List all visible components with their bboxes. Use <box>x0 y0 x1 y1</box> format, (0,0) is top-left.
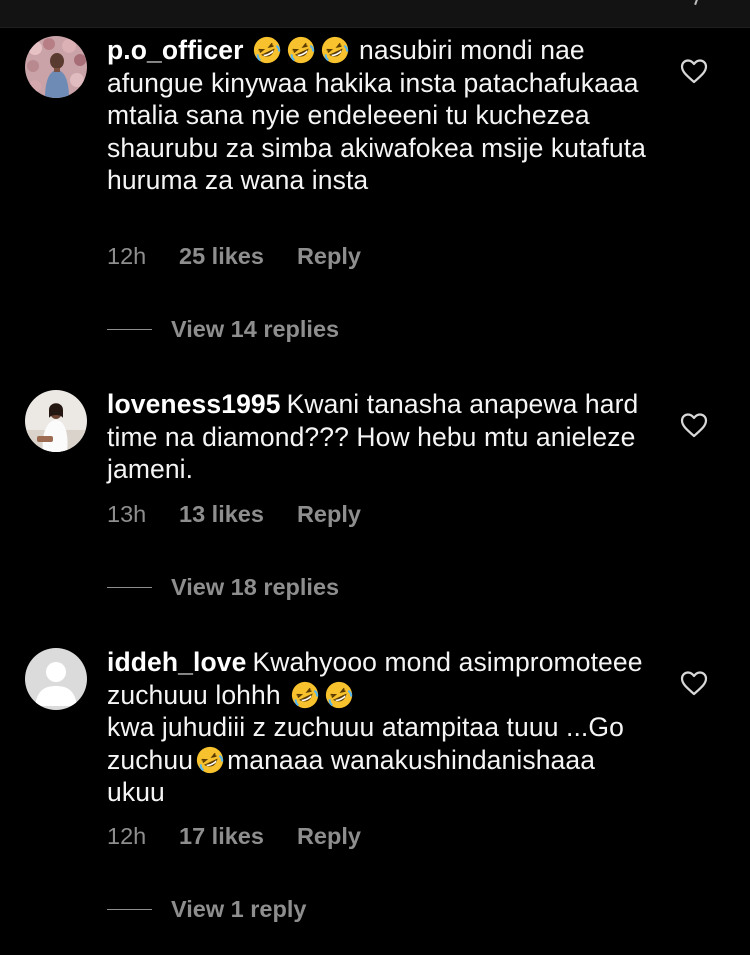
comment-text: p.o_officer nasubiri mondi nae afungue k… <box>107 34 652 197</box>
replies-divider <box>107 587 152 588</box>
replies-divider <box>107 329 152 330</box>
reply-button[interactable]: Reply <box>297 242 361 270</box>
top-bar-glyph <box>688 0 700 6</box>
avatar-photo <box>25 36 87 98</box>
laughing-emoji-icon <box>292 681 319 708</box>
view-replies-label: View 18 replies <box>171 574 340 600</box>
comment-username[interactable]: loveness1995 <box>107 389 281 419</box>
likes-count[interactable]: 13 likes <box>179 500 264 528</box>
reply-button[interactable]: Reply <box>297 500 361 528</box>
comment-text: loveness1995 Kwani tanasha anapewa hard t… <box>107 388 652 486</box>
heart-outline-icon[interactable] <box>679 56 709 86</box>
avatar[interactable] <box>25 648 87 710</box>
avatar[interactable] <box>25 36 87 98</box>
comment-meta: 12h 25 likes Reply <box>107 242 361 270</box>
comment-username[interactable]: iddeh_love <box>107 647 246 677</box>
comment-time: 13h <box>107 501 147 527</box>
laughing-emoji-icon <box>196 746 224 773</box>
laughing-emoji-icon <box>326 681 353 708</box>
comment-username[interactable]: p.o_officer <box>107 35 244 65</box>
laughing-emoji-icon <box>287 36 314 64</box>
heart-outline-icon[interactable] <box>679 668 709 698</box>
laughing-emoji-icon <box>321 36 348 64</box>
heart-outline-icon[interactable] <box>679 410 709 440</box>
likes-count[interactable]: 17 likes <box>179 822 264 850</box>
comment-meta: 13h 13 likes Reply <box>107 500 361 528</box>
comment-text: iddeh_love Kwahyooo mond asimpromoteee zu… <box>107 646 652 809</box>
view-replies-label: View 1 reply <box>171 896 307 922</box>
default-avatar-icon <box>25 648 87 710</box>
avatar-photo <box>25 390 87 452</box>
comment-meta: 12h 17 likes Reply <box>107 822 361 850</box>
laughing-emoji-icon <box>253 36 280 64</box>
reply-button[interactable]: Reply <box>297 822 361 850</box>
top-bar <box>0 0 750 28</box>
comment-time: 12h <box>107 243 147 269</box>
replies-divider <box>107 909 152 910</box>
comment-time: 12h <box>107 823 147 849</box>
avatar[interactable] <box>25 390 87 452</box>
likes-count[interactable]: 25 likes <box>179 242 264 270</box>
view-replies-label: View 14 replies <box>171 316 340 342</box>
